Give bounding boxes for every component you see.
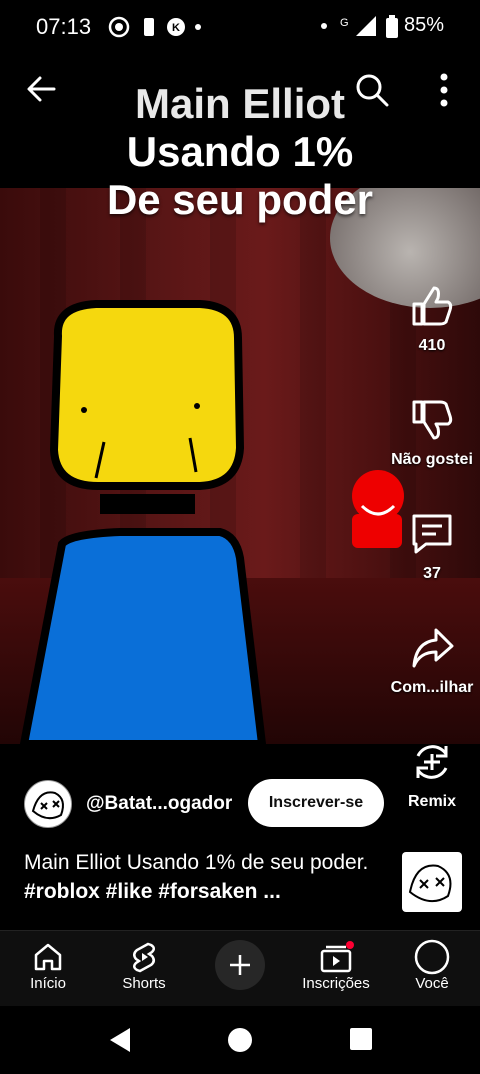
- nav-home-label: Início: [30, 975, 66, 992]
- subscriptions-icon: [320, 941, 354, 973]
- remix-label: Remix: [407, 793, 457, 810]
- status-signal-icons: G: [321, 15, 398, 38]
- nav-shorts[interactable]: Shorts: [96, 939, 192, 992]
- channel-handle[interactable]: @Batat...ogador: [86, 793, 232, 815]
- thumbs-down-icon: [412, 400, 453, 440]
- remix-icon: [416, 745, 448, 779]
- comments-count: 37: [423, 565, 441, 582]
- status-notification-icons: K: [108, 16, 201, 38]
- status-time: 07:13: [36, 14, 92, 39]
- overlay-title-line1: Main Elliot: [135, 80, 345, 127]
- system-home-icon[interactable]: [226, 1026, 254, 1054]
- dislike-button[interactable]: Não gostei: [386, 398, 478, 469]
- svg-text:K: K: [172, 22, 180, 34]
- share-label: Com...ilhar: [390, 679, 474, 696]
- comments-button[interactable]: 37: [386, 512, 478, 583]
- home-icon: [34, 943, 62, 971]
- description-tags[interactable]: #roblox #like #forsaken ...: [24, 880, 281, 903]
- bottom-nav: Início Shorts Inscrições Você: [0, 930, 480, 1007]
- you-icon: [414, 939, 450, 975]
- nav-shorts-label: Shorts: [122, 975, 166, 992]
- battery-percent: 85%: [403, 14, 444, 36]
- thumbs-up-icon: [412, 286, 453, 326]
- like-count: 410: [418, 337, 446, 354]
- comment-icon: [412, 514, 452, 554]
- status-bar: 07:13 K G 85%: [0, 0, 480, 54]
- subscribe-button[interactable]: Inscrever-se: [248, 779, 384, 827]
- create-plus-icon: [215, 940, 265, 990]
- dislike-label: Não gostei: [391, 451, 473, 468]
- system-back-icon[interactable]: [106, 1026, 134, 1054]
- nav-home[interactable]: Início: [0, 939, 96, 992]
- overlay-title-line3: De seu poder: [106, 176, 374, 223]
- video-description[interactable]: Main Elliot Usando 1% de seu poder. #rob…: [24, 848, 384, 906]
- nav-subscriptions[interactable]: Inscrições: [288, 939, 384, 992]
- overlay-title-line2: Usando 1%: [126, 128, 354, 175]
- shorts-icon: [133, 942, 155, 973]
- description-text: Main Elliot Usando 1% de seu poder.: [24, 851, 369, 874]
- sound-thumbnail[interactable]: [402, 852, 462, 912]
- nav-create[interactable]: [192, 939, 288, 991]
- nav-you-label: Você: [415, 975, 449, 992]
- share-button[interactable]: Com...ilhar: [386, 626, 478, 697]
- system-nav: [0, 1006, 480, 1074]
- share-icon: [412, 628, 454, 668]
- nav-subscriptions-label: Inscrições: [302, 975, 370, 992]
- like-button[interactable]: 410: [386, 284, 478, 355]
- svg-text:G: G: [340, 17, 349, 29]
- system-recents-icon[interactable]: [348, 1026, 374, 1052]
- remix-button[interactable]: Remix: [386, 740, 478, 811]
- channel-avatar[interactable]: [24, 780, 72, 828]
- channel-row: @Batat...ogador: [24, 780, 232, 828]
- nav-you[interactable]: Você: [384, 939, 480, 992]
